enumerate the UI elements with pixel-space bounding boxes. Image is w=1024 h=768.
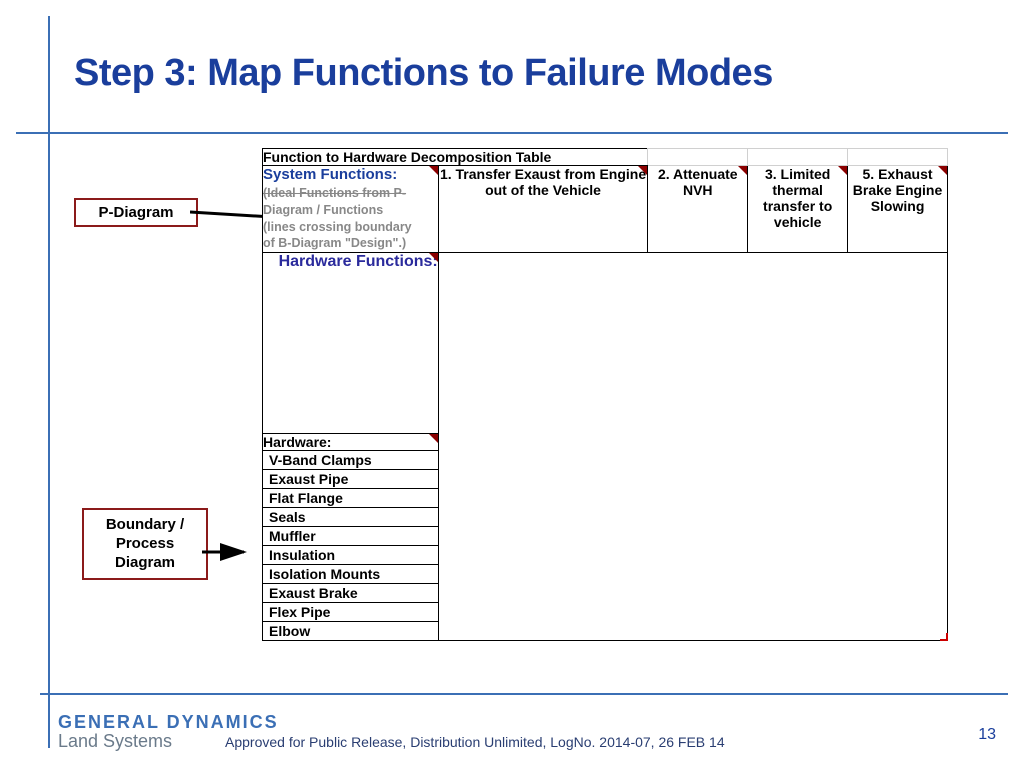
sys-func-line1: (Ideal Functions from P- <box>263 186 406 200</box>
function-col-5: 5. Exhaust Brake Engine Slowing <box>848 166 948 253</box>
slide: Step 3: Map Functions to Failure Modes P… <box>0 0 1024 768</box>
release-statement: Approved for Public Release, Distributio… <box>225 734 725 750</box>
system-functions-title: System Functions: <box>263 166 438 185</box>
page-number: 13 <box>978 726 996 744</box>
hardware-functions-text: Hardware Functions: <box>279 253 438 270</box>
sys-func-line4: of B-Diagram "Design".) <box>263 236 406 250</box>
system-functions-title-text: System Functions: <box>263 166 397 183</box>
corner-marker-icon <box>940 633 948 641</box>
hw-item: Elbow <box>263 622 439 641</box>
arrow-boundary <box>202 538 254 566</box>
sys-func-line2: Diagram / Functions <box>263 203 383 217</box>
hw-item: Isolation Mounts <box>263 565 439 584</box>
table-title: Function to Hardware Decomposition Table <box>263 149 648 166</box>
matrix-area <box>438 253 947 641</box>
callout-p-diagram: P-Diagram <box>74 198 198 227</box>
logo-line1: GENERAL DYNAMICS <box>58 712 279 733</box>
hw-item: Muffler <box>263 527 439 546</box>
hw-item: V-Band Clamps <box>263 451 439 470</box>
function-col-1: 1. Transfer Exaust from Engine out of th… <box>438 166 648 253</box>
hw-item: Insulation <box>263 546 439 565</box>
hw-item: Seals <box>263 508 439 527</box>
empty-cell <box>748 149 848 166</box>
hw-item: Flat Flange <box>263 489 439 508</box>
horizontal-rule-top <box>16 132 1008 134</box>
hw-item: Exaust Pipe <box>263 470 439 489</box>
callout-boundary-process: Boundary / Process Diagram <box>82 508 208 580</box>
horizontal-rule-bottom <box>40 693 1008 695</box>
function-col-2: 2. Attenuate NVH <box>648 166 748 253</box>
sys-func-line3: (lines crossing boundary <box>263 220 412 234</box>
decomposition-table: Function to Hardware Decomposition Table… <box>262 148 948 641</box>
hardware-functions-label: Hardware Functions: <box>263 253 439 434</box>
function-col-3: 3. Limited thermal transfer to vehicle <box>748 166 848 253</box>
system-functions-subtext: (Ideal Functions from P- Diagram / Funct… <box>263 185 438 253</box>
hw-item: Flex Pipe <box>263 603 439 622</box>
hw-item: Exaust Brake <box>263 584 439 603</box>
vertical-rule <box>48 16 50 748</box>
empty-cell <box>848 149 948 166</box>
hardware-header: Hardware: <box>263 434 439 451</box>
empty-cell <box>648 149 748 166</box>
system-functions-cell: System Functions: (Ideal Functions from … <box>263 166 439 253</box>
page-title: Step 3: Map Functions to Failure Modes <box>74 52 773 95</box>
